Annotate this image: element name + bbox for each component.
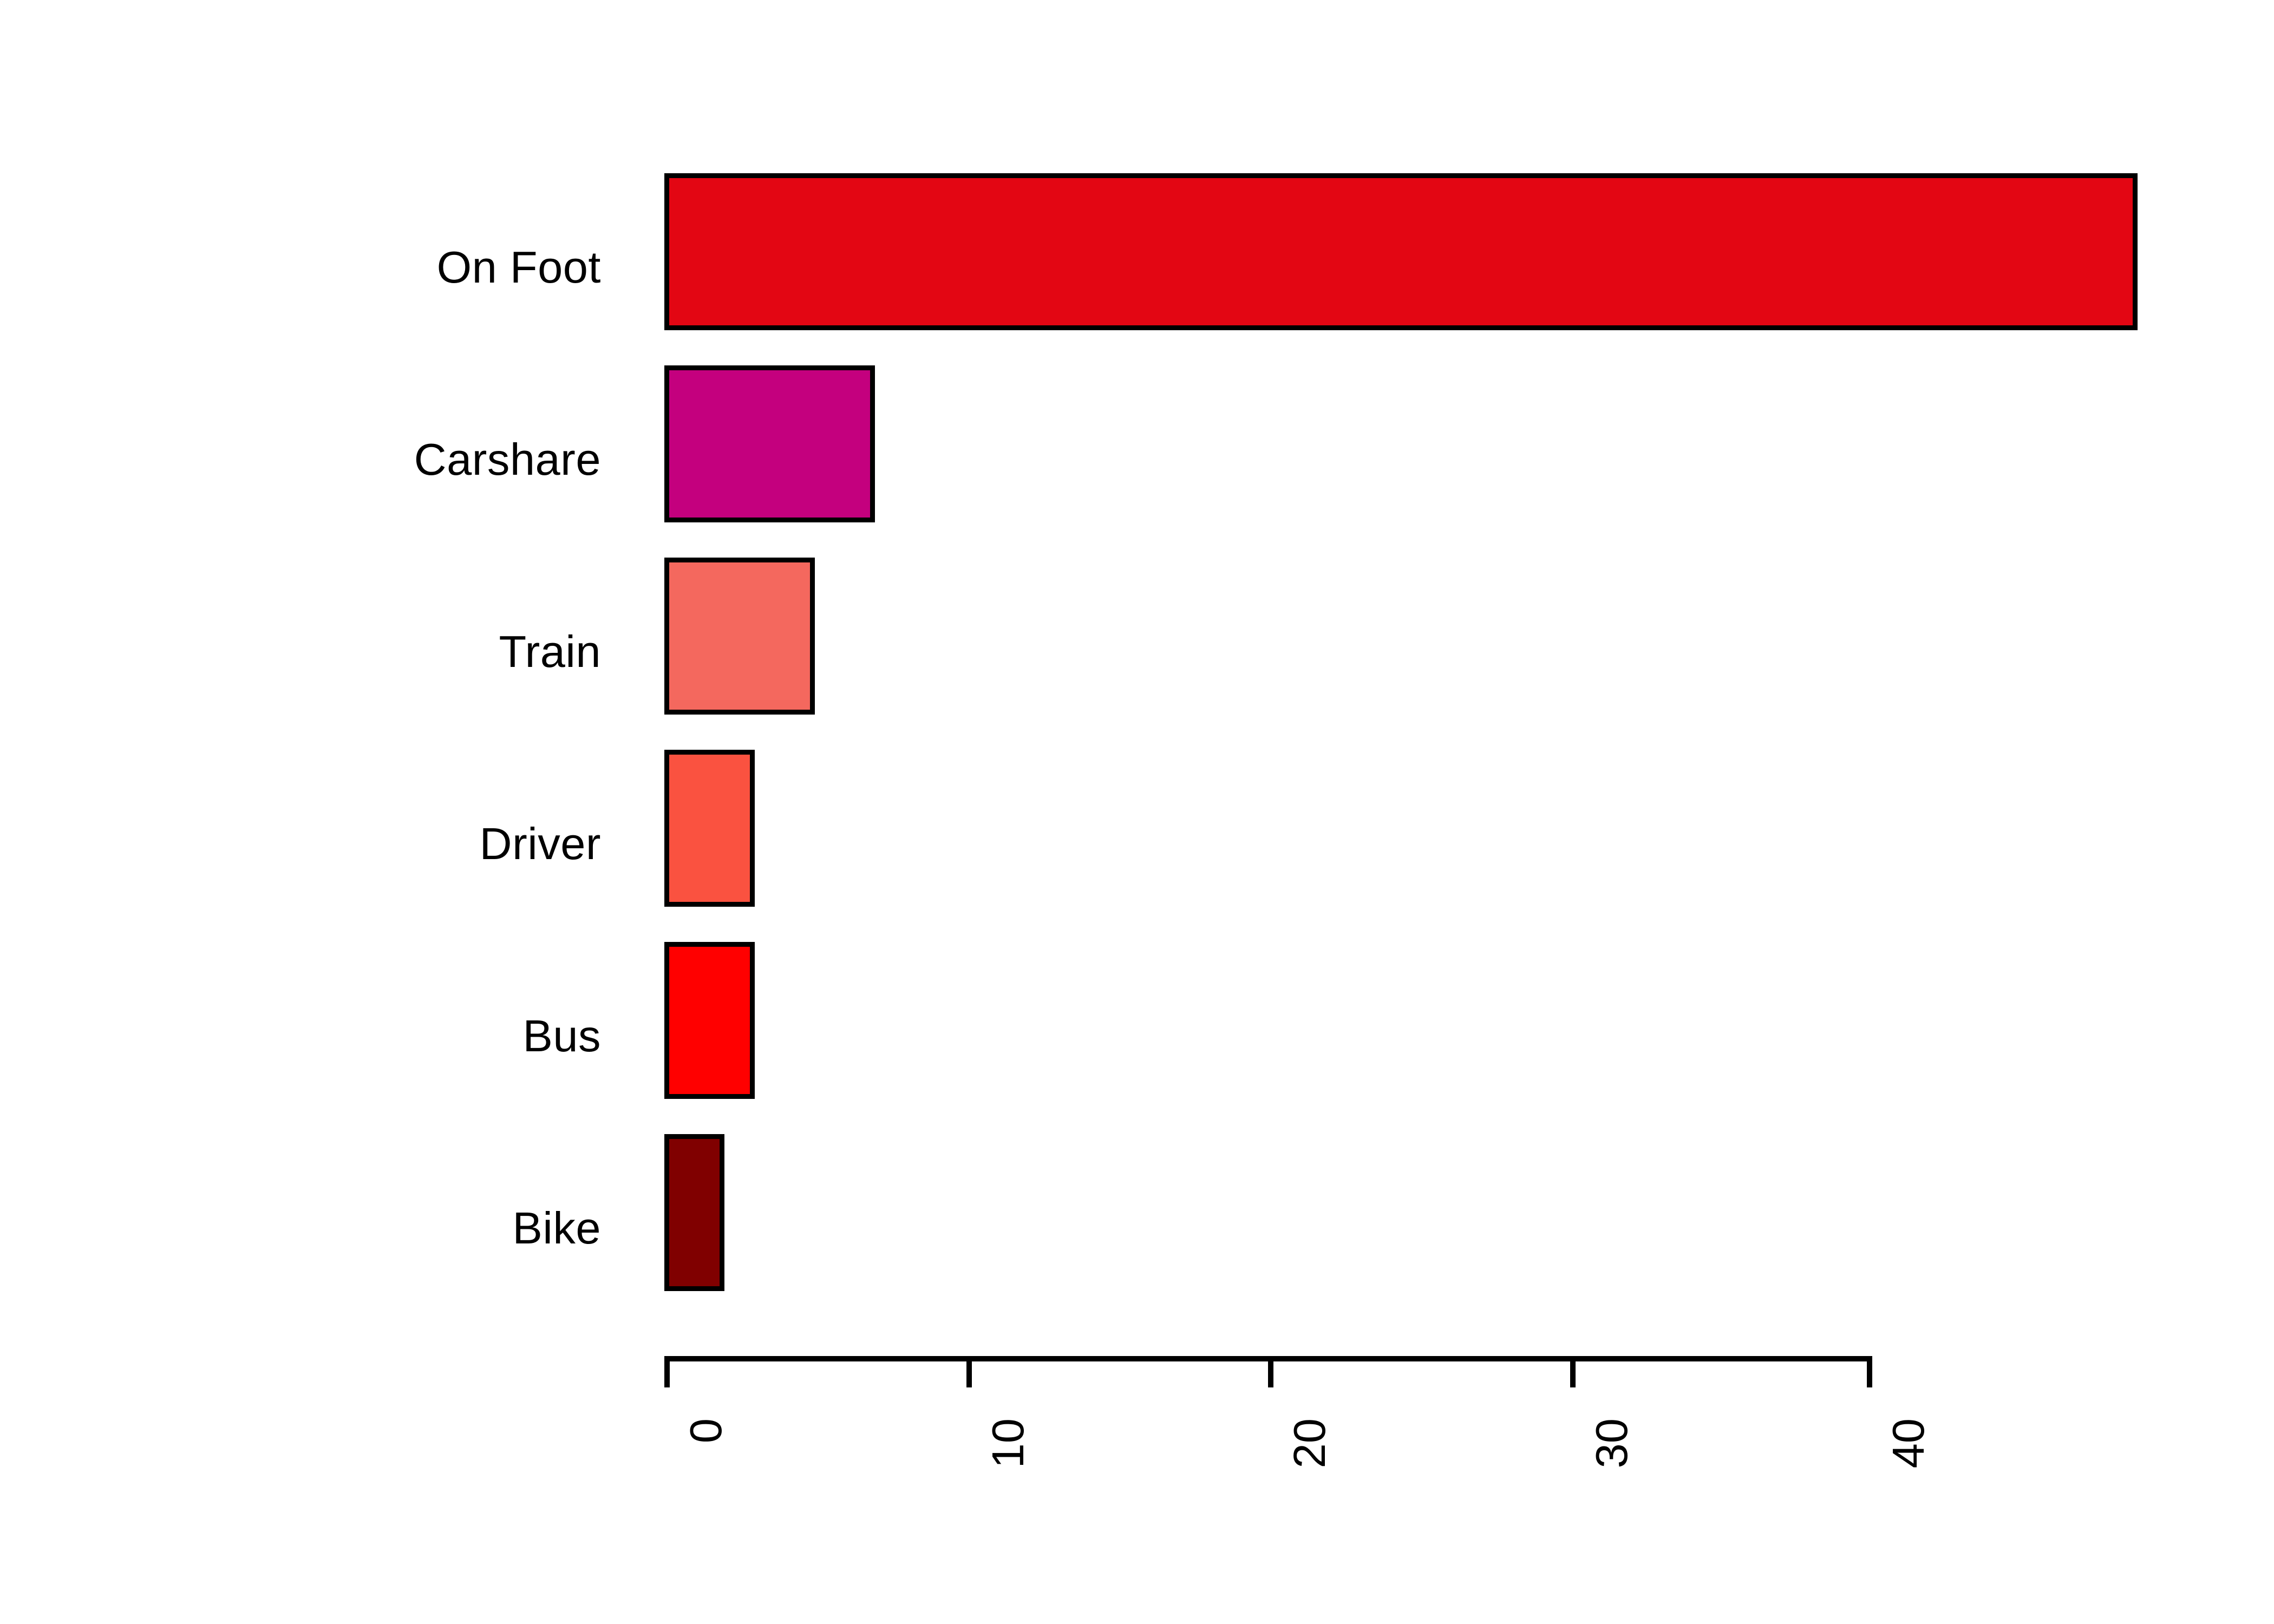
x-tick-30 bbox=[1570, 1356, 1576, 1387]
bar-carshare[interactable] bbox=[664, 365, 875, 522]
bar-train[interactable] bbox=[664, 558, 815, 715]
x-tick-label-20: 20 bbox=[1284, 1418, 1335, 1469]
chart-page: On Foot Carshare Train Driver Bus Bike 0… bbox=[0, 0, 2274, 1624]
x-tick-label-40: 40 bbox=[1883, 1418, 1933, 1469]
category-label-train: Train bbox=[499, 626, 601, 677]
x-tick-20 bbox=[1268, 1356, 1273, 1387]
x-tick-label-10: 10 bbox=[983, 1418, 1033, 1469]
x-tick-0 bbox=[664, 1356, 670, 1387]
category-label-bus: Bus bbox=[522, 1011, 601, 1061]
x-tick-label-0: 0 bbox=[681, 1418, 731, 1444]
category-label-carshare: Carshare bbox=[414, 434, 601, 484]
bar-bus[interactable] bbox=[664, 942, 755, 1099]
category-label-on-foot: On Foot bbox=[436, 242, 601, 292]
bar-bike[interactable] bbox=[664, 1134, 724, 1291]
x-tick-10 bbox=[966, 1356, 972, 1387]
bar-on-foot[interactable] bbox=[664, 173, 2138, 330]
bar-driver[interactable] bbox=[664, 750, 755, 907]
bar-chart-plot-area: On Foot Carshare Train Driver Bus Bike 0… bbox=[0, 0, 2274, 1624]
category-label-bike: Bike bbox=[512, 1203, 601, 1253]
x-tick-40 bbox=[1867, 1356, 1872, 1387]
x-tick-label-30: 30 bbox=[1586, 1418, 1637, 1469]
category-label-driver: Driver bbox=[479, 818, 601, 869]
